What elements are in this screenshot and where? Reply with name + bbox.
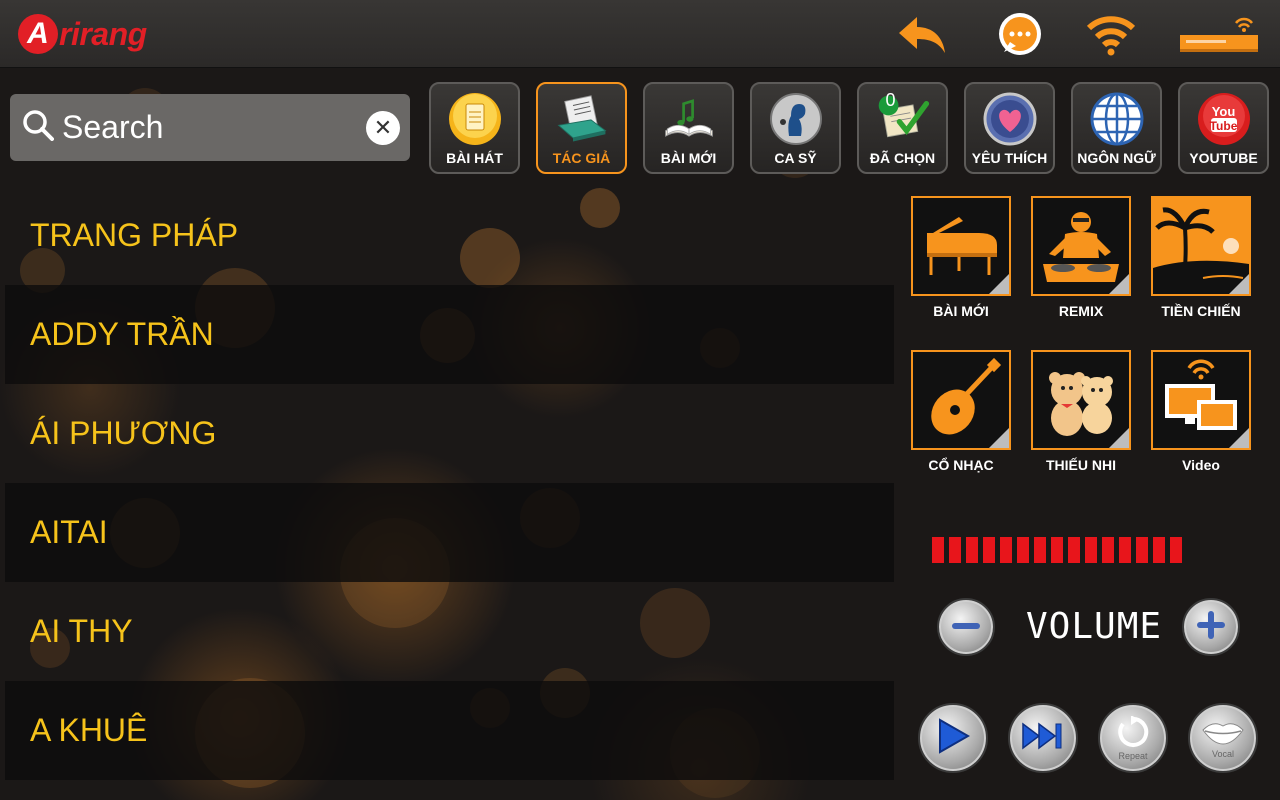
volume-level-bar: [1017, 537, 1029, 563]
arirang-logo: A rirang: [18, 14, 147, 54]
list-item[interactable]: ÁI PHƯƠNG: [5, 384, 894, 483]
tab-label: ĐÃ CHỌN: [869, 150, 936, 166]
wifi-icon[interactable]: [1085, 12, 1137, 58]
genre-label: TIỀN CHIẾN: [1161, 303, 1241, 319]
repeat-button[interactable]: Repeat: [1098, 703, 1168, 773]
tab-youtube[interactable]: You Tube YOUTUBE: [1178, 82, 1269, 174]
tab-ca-sy[interactable]: CA SỸ: [750, 82, 841, 174]
genre-label: Video: [1182, 457, 1220, 473]
tab-bai-moi[interactable]: BÀI MỚI: [643, 82, 734, 174]
volume-level-bar: [966, 537, 978, 563]
tab-label: NGÔN NGỮ: [1077, 150, 1156, 166]
search-icon: [22, 109, 54, 146]
chat-icon[interactable]: [994, 12, 1046, 58]
tab-label: BÀI HÁT: [446, 150, 503, 166]
list-item[interactable]: TRANG PHÁP: [5, 186, 894, 285]
volume-level-bar: [983, 537, 995, 563]
artist-list: TRANG PHÁP ADDY TRẦN ÁI PHƯƠNG AITAI AI …: [5, 186, 894, 780]
volume-label: VOLUME: [1026, 606, 1163, 647]
plus-icon: [1196, 610, 1226, 645]
volume-down-button[interactable]: [937, 598, 995, 656]
vocal-label: Vocal: [1211, 748, 1235, 759]
list-item[interactable]: A KHUÊ: [5, 681, 894, 780]
youtube-logo-top: You: [1211, 104, 1236, 119]
lips-icon: [1201, 718, 1245, 751]
list-item[interactable]: ADDY TRẦN: [5, 285, 894, 384]
top-bar: A rirang: [0, 0, 1280, 68]
tab-da-chon[interactable]: 0 ĐÃ CHỌN: [857, 82, 948, 174]
youtube-icon: You Tube: [1197, 92, 1251, 146]
tab-label: TÁC GIẢ: [552, 150, 611, 166]
genre-tien-chien[interactable]: TIỀN CHIẾN: [1151, 196, 1251, 319]
genre-thieu-nhi[interactable]: THIẾU NHI: [1031, 350, 1131, 473]
list-item[interactable]: AI THY: [5, 582, 894, 681]
volume-up-button[interactable]: [1182, 598, 1240, 656]
tab-tac-gia[interactable]: TÁC GIẢ: [536, 82, 627, 174]
category-tabs: BÀI HÁT TÁC GIẢ BÀI MỚI CA SỸ 0 ĐÃ CHỌN …: [429, 82, 1269, 174]
singer-icon: [769, 92, 823, 146]
genre-label: THIẾU NHI: [1046, 457, 1116, 473]
tab-label: YÊU THÍCH: [971, 150, 1048, 166]
genre-video[interactable]: Video: [1151, 350, 1251, 473]
logo-mark: A: [18, 14, 58, 54]
mandolin-icon: [911, 350, 1011, 450]
play-button[interactable]: [918, 703, 988, 773]
volume-level-bar: [949, 537, 961, 563]
screens-wifi-icon: [1151, 350, 1251, 450]
repeat-label: Repeat: [1118, 750, 1148, 761]
piano-icon: [911, 196, 1011, 296]
globe-icon: [1090, 92, 1144, 146]
genre-label: REMIX: [1058, 303, 1104, 319]
genre-remix[interactable]: REMIX: [1031, 196, 1131, 319]
author-sheet-icon: [555, 92, 609, 146]
volume-level-bar: [1102, 537, 1114, 563]
new-song-book-icon: [662, 92, 716, 146]
play-icon: [936, 717, 971, 759]
volume-meter: [932, 537, 1182, 563]
selected-check-icon: 0: [876, 90, 930, 146]
youtube-logo-bottom: Tube: [1209, 119, 1238, 133]
genre-co-nhac[interactable]: CỔ NHẠC: [911, 350, 1011, 473]
volume-level-bar: [1051, 537, 1063, 563]
volume-level-bar: [1119, 537, 1131, 563]
heart-icon: [983, 92, 1037, 146]
volume-level-bar: [1136, 537, 1148, 563]
volume-level-bar: [1085, 537, 1097, 563]
volume-level-bar: [932, 537, 944, 563]
tab-bai-hat[interactable]: BÀI HÁT: [429, 82, 520, 174]
beach-palm-icon: [1151, 196, 1251, 296]
clear-search-button[interactable]: ✕: [366, 111, 400, 145]
volume-level-bar: [1034, 537, 1046, 563]
volume-level-bar: [1068, 537, 1080, 563]
tab-ngon-ngu[interactable]: NGÔN NGỮ: [1071, 82, 1162, 174]
minus-icon: [951, 618, 981, 636]
tab-yeu-thich[interactable]: YÊU THÍCH: [964, 82, 1055, 174]
genre-label: BÀI MỚI: [933, 303, 989, 319]
vocal-button[interactable]: Vocal: [1188, 703, 1258, 773]
search-input[interactable]: [62, 109, 362, 146]
list-item[interactable]: AITAI: [5, 483, 894, 582]
next-button[interactable]: [1008, 703, 1078, 773]
volume-level-bar: [1170, 537, 1182, 563]
teddy-bears-icon: [1031, 350, 1131, 450]
dj-icon: [1031, 196, 1131, 296]
volume-level-bar: [1153, 537, 1165, 563]
search-bar[interactable]: ✕: [10, 94, 410, 161]
karaoke-device-icon[interactable]: [1176, 12, 1260, 58]
tab-label: CA SỸ: [774, 150, 817, 166]
skip-next-icon: [1021, 722, 1065, 755]
genre-label: CỔ NHẠC: [928, 457, 994, 473]
genre-bai-moi[interactable]: BÀI MỚI: [911, 196, 1011, 319]
back-arrow-icon[interactable]: [896, 12, 948, 58]
tab-label: YOUTUBE: [1189, 150, 1258, 166]
repeat-icon: [1115, 714, 1151, 753]
logo-text: rirang: [59, 15, 147, 52]
selected-count-badge: 0: [885, 90, 896, 110]
song-file-icon: [448, 92, 502, 146]
volume-level-bar: [1000, 537, 1012, 563]
tab-label: BÀI MỚI: [660, 150, 717, 166]
